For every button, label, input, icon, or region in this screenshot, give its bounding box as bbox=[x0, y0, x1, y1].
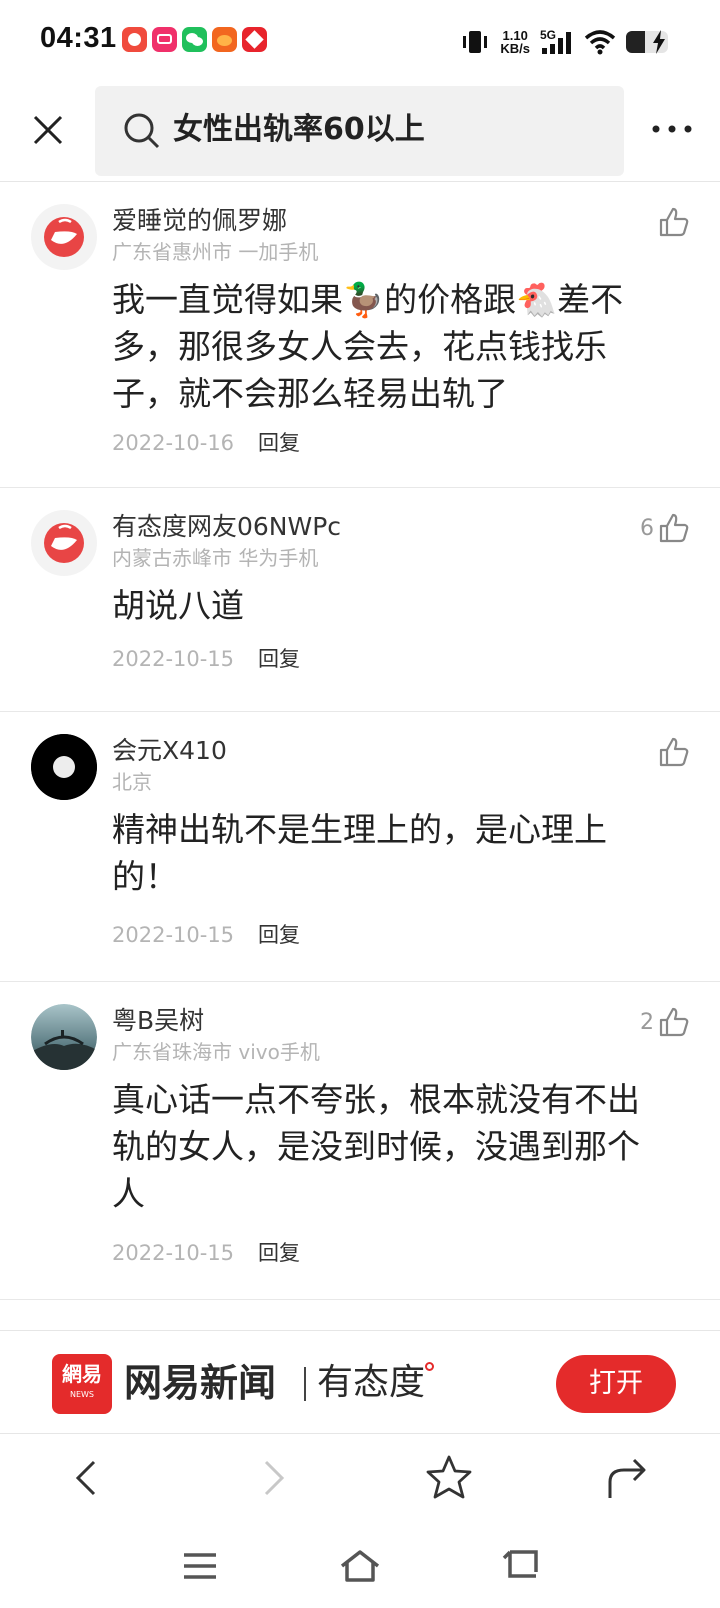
search-icon bbox=[124, 113, 160, 149]
comment-author[interactable]: 有态度网友06NWPc bbox=[112, 510, 341, 544]
home-icon[interactable] bbox=[336, 1542, 384, 1590]
comment-text-line: 真心话一点不夸张，根本就没有不出 bbox=[112, 1080, 640, 1119]
close-icon[interactable] bbox=[24, 106, 72, 154]
comment-item: 爱睡觉的佩罗娜 广东省惠州市 一加手机 我一直觉得如果🦆的价格跟🐔差不 多，那很… bbox=[0, 182, 720, 488]
comment-text-line: 多，那很多女人会去，花点钱找乐 bbox=[112, 327, 607, 366]
avatar[interactable] bbox=[31, 204, 97, 270]
comment-text-line: 我一直觉得如果🦆的价格跟🐔差不 bbox=[112, 280, 624, 319]
comment-author[interactable]: 爱睡觉的佩罗娜 bbox=[112, 204, 287, 238]
reply-button[interactable]: 回复 bbox=[258, 431, 300, 455]
comment-date: 2022-10-15 bbox=[112, 647, 235, 671]
like-count: 6 bbox=[640, 515, 654, 541]
logo-subtext: NEWS bbox=[69, 1390, 95, 1399]
comment-author[interactable]: 会元X410 bbox=[112, 734, 227, 768]
slogan-dot bbox=[425, 1362, 434, 1371]
app-icon-5 bbox=[242, 27, 267, 52]
comment-location: 内蒙古赤峰市 华为手机 bbox=[112, 546, 319, 570]
comment-text: 精神出轨不是生理上的，是心理上 的！ bbox=[112, 806, 672, 900]
comment-text-line: 精神出轨不是生理上的，是心理上 bbox=[112, 810, 607, 849]
comment-text-line: 的！ bbox=[112, 857, 178, 896]
comment-meta: 2022-10-15 回复 bbox=[112, 1238, 300, 1268]
comment-text: 胡说八道 bbox=[112, 582, 672, 629]
network-speed-unit: KB/s bbox=[500, 41, 530, 56]
comment-text-line: 子，就不会那么轻易出轨了 bbox=[112, 374, 508, 413]
thumbs-up-icon bbox=[659, 1007, 689, 1037]
comment-text: 真心话一点不夸张，根本就没有不出 轨的女人，是没到时候，没遇到那个 人 bbox=[112, 1076, 672, 1217]
search-query: 女性出轨率60以上 bbox=[173, 112, 425, 147]
back-icon[interactable] bbox=[62, 1452, 114, 1504]
comment-date: 2022-10-15 bbox=[112, 1241, 235, 1265]
comment-location: 广东省惠州市 一加手机 bbox=[112, 240, 319, 264]
brand-slogan: 有态度 bbox=[317, 1362, 426, 1403]
comment-meta: 2022-10-15 回复 bbox=[112, 644, 300, 674]
charging-icon bbox=[653, 30, 665, 54]
avatar[interactable] bbox=[31, 734, 97, 800]
app-icon-4 bbox=[212, 27, 237, 52]
system-navigation-bar bbox=[0, 1524, 720, 1608]
logo-text: 網易 bbox=[62, 1362, 102, 1386]
brand-name: 网易新闻 bbox=[124, 1361, 277, 1405]
cellular-signal-icon: 5G bbox=[540, 28, 574, 56]
browser-toolbar bbox=[0, 1434, 720, 1524]
reply-button[interactable]: 回复 bbox=[258, 647, 300, 671]
clock: 04:31 bbox=[40, 22, 117, 54]
comment-meta: 2022-10-16 回复 bbox=[112, 428, 300, 458]
like-button[interactable]: 6 bbox=[640, 508, 690, 548]
like-button[interactable] bbox=[654, 732, 690, 772]
avatar[interactable] bbox=[31, 1004, 97, 1070]
reply-button[interactable]: 回复 bbox=[258, 1241, 300, 1265]
comment-text-line: 胡说八道 bbox=[112, 586, 244, 625]
like-button[interactable]: 2 bbox=[640, 1002, 690, 1042]
vibrate-icon bbox=[463, 31, 488, 53]
netease-logo: 網易 NEWS bbox=[52, 1354, 112, 1414]
comment-location: 北京 bbox=[112, 770, 152, 794]
comment-list: 爱睡觉的佩罗娜 广东省惠州市 一加手机 我一直觉得如果🦆的价格跟🐔差不 多，那很… bbox=[0, 182, 720, 1300]
comment-text-line: 人 bbox=[112, 1174, 145, 1213]
more-options-icon[interactable] bbox=[648, 114, 696, 144]
wifi-icon bbox=[584, 30, 616, 55]
app-download-banner: 網易 NEWS 网易新闻 有态度 打开 bbox=[0, 1330, 720, 1434]
comment-text-line: 轨的女人，是没到时候，没遇到那个 bbox=[112, 1127, 640, 1166]
comment-meta: 2022-10-15 回复 bbox=[112, 920, 300, 950]
status-bar: 04:31 1.10 KB/s 5G bbox=[0, 0, 720, 84]
brand-divider bbox=[304, 1367, 306, 1401]
app-icon-1 bbox=[122, 27, 147, 52]
wechat-icon bbox=[182, 27, 207, 52]
reply-button[interactable]: 回复 bbox=[258, 923, 300, 947]
comment-author[interactable]: 粤B吴树 bbox=[112, 1004, 204, 1038]
comment-date: 2022-10-16 bbox=[112, 431, 235, 455]
open-app-button[interactable]: 打开 bbox=[556, 1355, 676, 1413]
avatar[interactable] bbox=[31, 510, 97, 576]
comment-location: 广东省珠海市 vivo手机 bbox=[112, 1040, 320, 1064]
comment-item: 粤B吴树 广东省珠海市 vivo手机 2 真心话一点不夸张，根本就没有不出 轨的… bbox=[0, 982, 720, 1300]
like-button[interactable] bbox=[654, 202, 690, 242]
comment-date: 2022-10-15 bbox=[112, 923, 235, 947]
menu-icon[interactable] bbox=[176, 1542, 224, 1590]
search-input[interactable]: 女性出轨率60以上 bbox=[95, 86, 624, 176]
notification-icons bbox=[122, 27, 267, 55]
network-speed: 1.10 KB/s bbox=[500, 29, 530, 55]
back-system-icon[interactable] bbox=[496, 1542, 544, 1590]
status-right: 1.10 KB/s 5G bbox=[460, 22, 668, 62]
search-header: 女性出轨率60以上 bbox=[0, 84, 720, 182]
thumbs-up-icon bbox=[659, 737, 689, 767]
forward-icon[interactable] bbox=[246, 1452, 298, 1504]
thumbs-up-icon bbox=[659, 207, 689, 237]
like-count: 2 bbox=[640, 1009, 654, 1035]
comment-text: 我一直觉得如果🦆的价格跟🐔差不 多，那很多女人会去，花点钱找乐 子，就不会那么轻… bbox=[112, 276, 672, 417]
comment-item: 有态度网友06NWPc 内蒙古赤峰市 华为手机 6 胡说八道 2022-10-1… bbox=[0, 488, 720, 712]
comment-item: 会元X410 北京 精神出轨不是生理上的，是心理上 的！ 2022-10-15 回… bbox=[0, 712, 720, 982]
thumbs-up-icon bbox=[659, 513, 689, 543]
app-icon-2 bbox=[152, 27, 177, 52]
star-icon[interactable] bbox=[423, 1452, 475, 1504]
share-icon[interactable] bbox=[602, 1452, 654, 1504]
